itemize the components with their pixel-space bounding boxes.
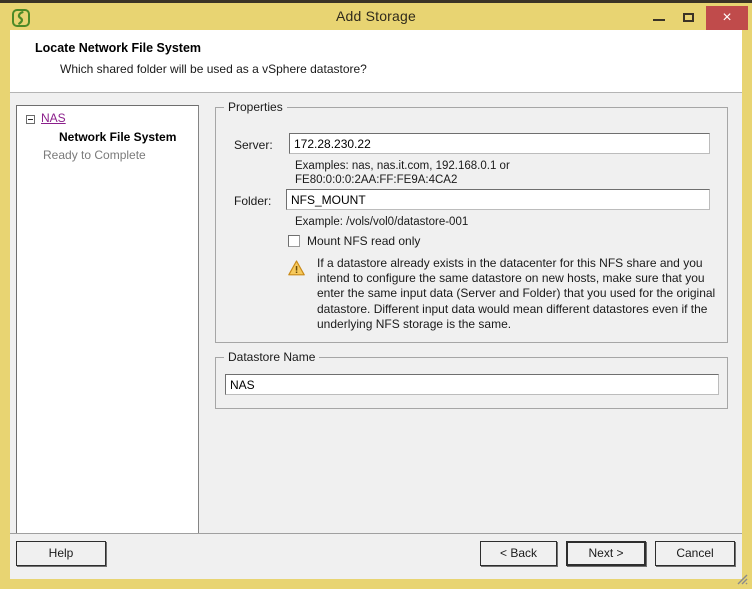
tree-item-nas-label: NAS bbox=[41, 111, 66, 125]
next-button[interactable]: Next > bbox=[566, 541, 646, 566]
maximize-button[interactable] bbox=[675, 6, 703, 30]
properties-legend: Properties bbox=[224, 100, 287, 114]
wizard-step-tree[interactable]: NAS Network File System Ready to Complet… bbox=[16, 105, 199, 539]
warning-text: If a datastore already exists in the dat… bbox=[317, 256, 716, 331]
vsphere-app-icon bbox=[12, 9, 30, 27]
collapse-minus-icon[interactable] bbox=[26, 115, 35, 124]
title-bar[interactable]: Add Storage × bbox=[0, 0, 752, 30]
tree-item-ready-to-complete[interactable]: Ready to Complete bbox=[43, 148, 146, 162]
tree-item-network-file-system[interactable]: Network File System bbox=[59, 130, 176, 144]
add-storage-dialog: Add Storage × Locate Network File System… bbox=[0, 0, 752, 589]
tree-item-ready-to-complete-label: Ready to Complete bbox=[43, 148, 146, 162]
datastore-name-legend: Datastore Name bbox=[224, 350, 320, 364]
maximize-icon bbox=[683, 13, 694, 22]
minimize-icon bbox=[653, 19, 665, 21]
close-button[interactable]: × bbox=[706, 6, 748, 30]
datastore-name-input[interactable] bbox=[225, 374, 719, 395]
page-subtitle: Which shared folder will be used as a vS… bbox=[60, 62, 367, 76]
server-label: Server: bbox=[234, 138, 273, 152]
tree-item-network-file-system-label: Network File System bbox=[59, 130, 177, 144]
window-title: Add Storage bbox=[335, 8, 417, 24]
help-button[interactable]: Help bbox=[16, 541, 106, 566]
mount-read-only-checkbox[interactable] bbox=[288, 235, 300, 247]
back-button[interactable]: < Back bbox=[480, 541, 557, 566]
dialog-body: NAS Network File System Ready to Complet… bbox=[10, 93, 742, 579]
server-hint: Examples: nas, nas.it.com, 192.168.0.1 o… bbox=[295, 160, 510, 186]
close-icon: × bbox=[722, 9, 732, 26]
tree-item-nas[interactable]: NAS bbox=[41, 111, 66, 125]
dialog-header: Locate Network File System Which shared … bbox=[10, 30, 742, 92]
resize-grip-icon[interactable] bbox=[734, 571, 748, 585]
datastore-name-group: Datastore Name bbox=[215, 350, 728, 409]
page-title: Locate Network File System bbox=[35, 41, 202, 55]
folder-input[interactable] bbox=[286, 189, 710, 210]
minimize-button[interactable] bbox=[645, 6, 673, 30]
dialog-footer: Help < Back Next > Cancel bbox=[10, 534, 742, 579]
properties-group: Properties Server: Examples: nas, nas.it… bbox=[215, 100, 728, 343]
mount-read-only-label: Mount NFS read only bbox=[307, 234, 421, 248]
folder-hint: Example: /vols/vol0/datastore-001 bbox=[295, 216, 469, 228]
folder-label: Folder: bbox=[234, 194, 272, 208]
server-input[interactable] bbox=[289, 133, 710, 154]
cancel-button[interactable]: Cancel bbox=[655, 541, 735, 566]
warning-triangle-icon bbox=[288, 260, 305, 276]
